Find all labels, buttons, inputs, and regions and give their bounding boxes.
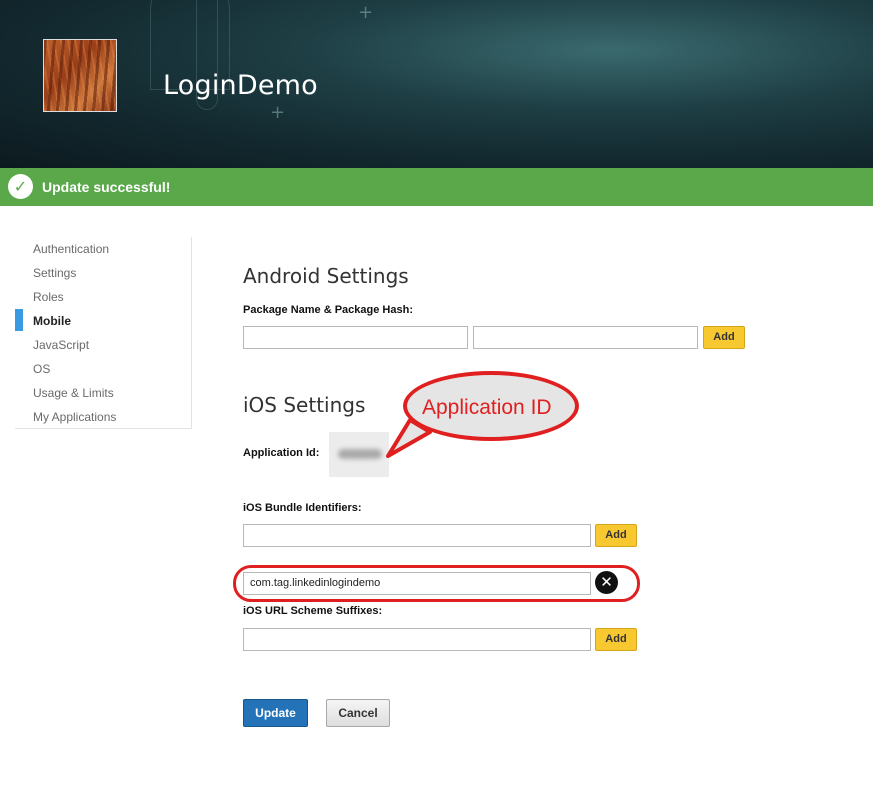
sidebar-item-javascript[interactable]: JavaScript (33, 338, 89, 352)
update-button[interactable]: Update (243, 699, 308, 727)
sidebar-item-roles[interactable]: Roles (33, 290, 64, 304)
callout-text: Application ID (422, 396, 552, 419)
url-scheme-add-button[interactable]: Add (595, 628, 637, 651)
plus-decoration: + (270, 102, 286, 123)
app-id-redacted (338, 449, 382, 459)
success-banner: ✓ Update successful! (0, 168, 873, 206)
sidebar-nav: Authentication Settings Roles Mobile Jav… (15, 237, 192, 429)
bundle-identifier-input[interactable] (243, 524, 591, 547)
ios-settings-title: iOS Settings (243, 393, 366, 417)
bundle-identifiers-label: iOS Bundle Identifiers: (243, 502, 362, 514)
bundle-add-button[interactable]: Add (595, 524, 637, 547)
url-scheme-label: iOS URL Scheme Suffixes: (243, 605, 383, 617)
package-name-input[interactable] (243, 326, 468, 349)
app-id-label: Application Id: (243, 447, 320, 459)
sidebar-item-os[interactable]: OS (33, 362, 50, 376)
package-hash-input[interactable] (473, 326, 698, 349)
app-logo (43, 39, 117, 112)
app-title: LoginDemo (163, 70, 318, 101)
sidebar-item-authentication[interactable]: Authentication (33, 242, 109, 256)
sidebar-item-settings[interactable]: Settings (33, 266, 76, 280)
callout-tail-cover (396, 424, 424, 448)
sidebar-item-usage-limits[interactable]: Usage & Limits (33, 386, 114, 400)
android-settings-title: Android Settings (243, 264, 409, 288)
url-scheme-input[interactable] (243, 628, 591, 651)
bundle-entry-highlight (233, 565, 640, 602)
cancel-button[interactable]: Cancel (326, 699, 390, 727)
check-icon: ✓ (8, 174, 33, 199)
sidebar-item-mobile[interactable]: Mobile (33, 314, 71, 328)
plus-decoration: + (358, 2, 374, 23)
active-marker (15, 309, 23, 331)
android-add-button[interactable]: Add (703, 326, 745, 349)
banner-message: Update successful! (42, 179, 171, 195)
package-label: Package Name & Package Hash: (243, 304, 413, 316)
app-header: + + LoginDemo (0, 0, 873, 168)
sidebar-item-my-applications[interactable]: My Applications (33, 410, 116, 424)
